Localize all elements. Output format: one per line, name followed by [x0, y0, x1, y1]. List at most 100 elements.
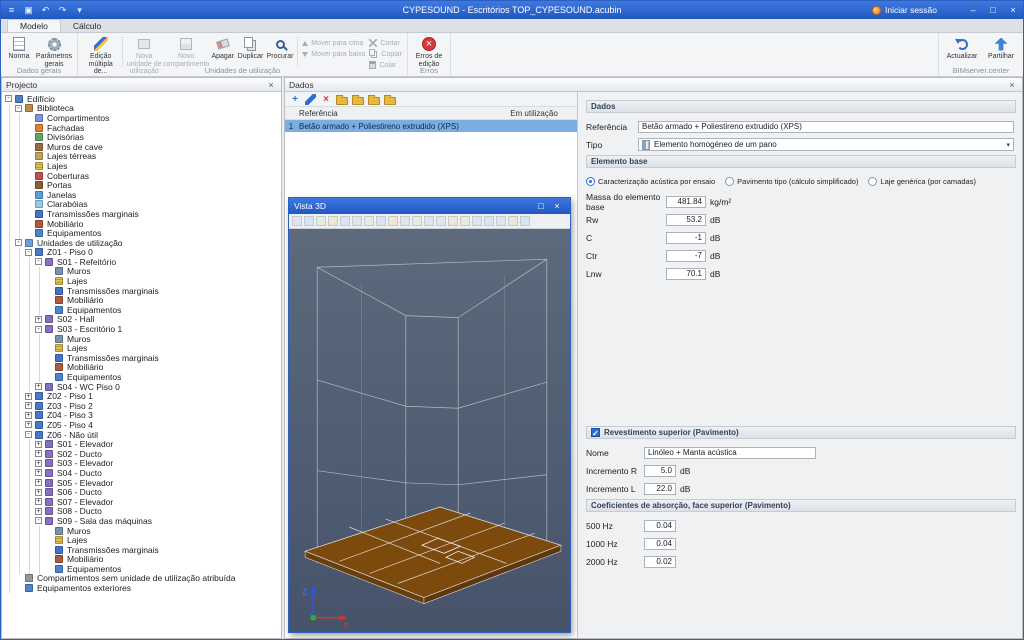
procurar-button[interactable]: Procurar	[265, 35, 295, 61]
tree-item[interactable]: Equipamentos	[5, 305, 281, 315]
tree-expander[interactable]	[45, 374, 52, 381]
library-open-icon[interactable]	[336, 97, 348, 105]
library-import-icon[interactable]	[368, 97, 380, 105]
tree-item[interactable]: Equipamentos exteriores	[5, 583, 281, 593]
actualizar-button[interactable]: Actualizar	[942, 35, 982, 61]
tree-expander[interactable]	[35, 450, 42, 457]
tree-expander[interactable]	[35, 479, 42, 486]
tree-expander[interactable]	[25, 201, 32, 208]
add-icon[interactable]: +	[289, 93, 301, 105]
tree-expander[interactable]	[35, 460, 42, 467]
save-icon[interactable]: ▣	[22, 4, 35, 17]
views-icon[interactable]	[376, 216, 386, 226]
textures-icon[interactable]	[340, 216, 350, 226]
vista-3d-close-button[interactable]: ×	[549, 201, 565, 211]
tree-item[interactable]: Biblioteca	[5, 104, 281, 114]
tree-expander[interactable]	[15, 105, 22, 112]
tree-expander[interactable]	[35, 326, 42, 333]
tree-item[interactable]: Transmissões marginais	[5, 286, 281, 296]
tree-item[interactable]: Z06 - Não útil	[5, 430, 281, 440]
tree-item[interactable]: S05 - Elevador	[5, 478, 281, 488]
tree-expander[interactable]	[25, 402, 32, 409]
tree-item[interactable]: Coberturas	[5, 171, 281, 181]
radio-laje-generica[interactable]: Laje genérica (por camadas)	[868, 177, 975, 186]
tree-expander[interactable]	[25, 412, 32, 419]
login-button[interactable]: Iniciar sessão	[872, 5, 937, 15]
tree-expander[interactable]	[25, 191, 32, 198]
radio-pavimento-tipo[interactable]: Pavimento tipo (cálculo simplificado)	[725, 177, 858, 186]
tree-item[interactable]: Lajes térreas	[5, 152, 281, 162]
field-input[interactable]	[666, 232, 706, 244]
tree-expander[interactable]	[25, 393, 32, 400]
erros-edicao-button[interactable]: × Erros de edição	[411, 35, 447, 68]
tree-item[interactable]: Equipamentos	[5, 228, 281, 238]
duplicar-button[interactable]: Duplicar	[236, 35, 265, 61]
field-input[interactable]	[666, 214, 706, 226]
tree-expander[interactable]	[25, 143, 32, 150]
tree-expander[interactable]	[25, 230, 32, 237]
tree-item[interactable]: Muros	[5, 526, 281, 536]
previous-view-icon[interactable]	[508, 216, 518, 226]
vista-3d-maximize-button[interactable]: □	[533, 201, 549, 211]
grid-icon[interactable]	[400, 216, 410, 226]
tipo-select[interactable]: Elemento homogéneo de um pano ▾	[638, 138, 1014, 151]
tree-expander[interactable]	[15, 575, 22, 582]
viewport-3d[interactable]: Z X	[289, 229, 570, 632]
tree-item[interactable]: S07 - Elevador	[5, 497, 281, 507]
tree-expander[interactable]	[45, 268, 52, 275]
tree-item[interactable]: S04 - Ducto	[5, 468, 281, 478]
field-input[interactable]	[666, 268, 706, 280]
copiar-button[interactable]: Copiar	[367, 49, 404, 59]
tree-expander[interactable]	[35, 498, 42, 505]
tree-item[interactable]: Transmissões marginais	[5, 353, 281, 363]
referencia-input[interactable]	[638, 121, 1014, 133]
tree-item[interactable]: S04 - WC Piso 0	[5, 382, 281, 392]
cortar-button[interactable]: Cortar	[367, 38, 404, 48]
pan-icon[interactable]	[460, 216, 470, 226]
mover-cima-button[interactable]: Mover para cima	[300, 38, 367, 48]
tree-expander[interactable]	[35, 489, 42, 496]
tree-item[interactable]: Compartimentos sem unidade de utilização…	[5, 574, 281, 584]
shadow-icon[interactable]	[424, 216, 434, 226]
incremento-r-input[interactable]	[644, 465, 676, 477]
tree-expander[interactable]	[15, 585, 22, 592]
partilhar-button[interactable]: Partilhar	[982, 35, 1020, 61]
tree-expander[interactable]	[15, 239, 22, 246]
tree-item[interactable]: Clarabóias	[5, 200, 281, 210]
tree-expander[interactable]	[45, 287, 52, 294]
tree-item[interactable]: Unidades de utilização	[5, 238, 281, 248]
tree-expander[interactable]	[45, 306, 52, 313]
tree-expander[interactable]	[45, 335, 52, 342]
edges-icon[interactable]	[364, 216, 374, 226]
close-button[interactable]: ×	[1003, 2, 1023, 18]
print-icon[interactable]	[292, 216, 302, 226]
tree-item[interactable]: Muros	[5, 334, 281, 344]
app-menu-icon[interactable]: ≡	[5, 4, 18, 17]
tree-item[interactable]: S06 - Ducto	[5, 487, 281, 497]
full-screen-icon[interactable]	[520, 216, 530, 226]
tree-expander[interactable]	[35, 469, 42, 476]
tree-item[interactable]: Transmissões marginais	[5, 545, 281, 555]
tree-item[interactable]: S02 - Hall	[5, 315, 281, 325]
tree-item[interactable]: S03 - Elevador	[5, 459, 281, 469]
tree-item[interactable]: Lajes	[5, 276, 281, 286]
tree-expander[interactable]	[45, 278, 52, 285]
tree-item[interactable]: Fachadas	[5, 123, 281, 133]
zoom-extents-icon[interactable]	[496, 216, 506, 226]
tree-item[interactable]: S01 - Refeitório	[5, 257, 281, 267]
tree-item[interactable]: Muros de cave	[5, 142, 281, 152]
tree-item[interactable]: Mobiliário	[5, 555, 281, 565]
library-save-icon[interactable]	[352, 97, 364, 105]
tree-item[interactable]: Z05 - Piso 4	[5, 420, 281, 430]
minimize-button[interactable]: –	[963, 2, 983, 18]
tree-expander[interactable]	[45, 565, 52, 572]
tree-item[interactable]: S01 - Elevador	[5, 439, 281, 449]
tree-item[interactable]: Edifício	[5, 94, 281, 104]
tree-item[interactable]: Mobiliário	[5, 295, 281, 305]
coefficient-input[interactable]	[644, 520, 676, 532]
quick-access-more-icon[interactable]: ▾	[73, 4, 86, 17]
projecto-close-icon[interactable]: ×	[265, 80, 277, 90]
layers-icon[interactable]	[328, 216, 338, 226]
radio-caracterizacao-ensaio[interactable]: Caracterização acústica por ensaio	[586, 177, 715, 186]
tree-expander[interactable]	[35, 441, 42, 448]
